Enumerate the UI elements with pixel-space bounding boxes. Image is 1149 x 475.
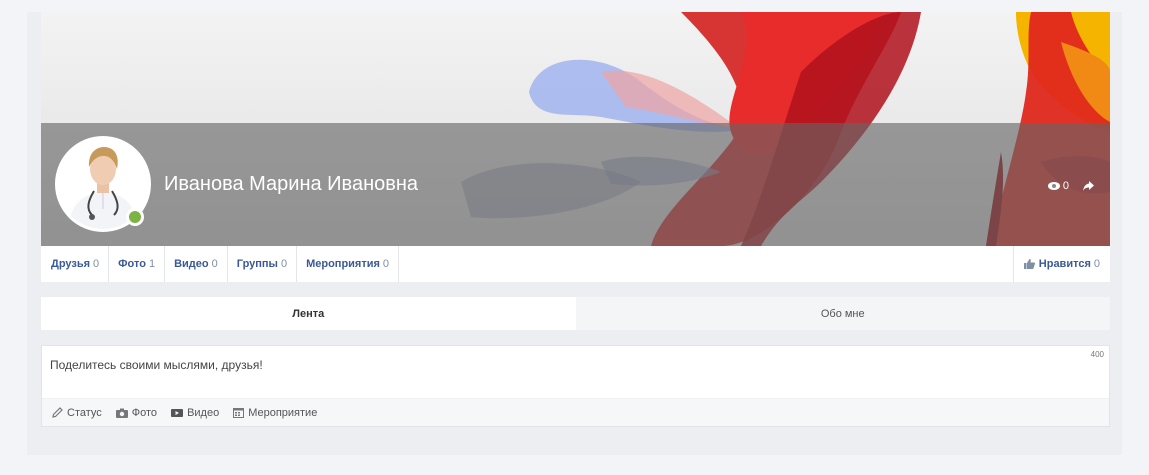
nav-item-events[interactable]: Мероприятия 0: [297, 246, 400, 282]
camera-icon: [115, 408, 128, 418]
nav-item-count: 1: [148, 258, 156, 270]
nav-item-photos[interactable]: Фото 1: [109, 246, 166, 282]
photo-label: Фото: [131, 406, 158, 419]
profile-tabs: Лента Обо мне: [41, 297, 1110, 330]
nav-item-groups[interactable]: Группы 0: [228, 246, 298, 282]
views-counter: 0: [1047, 180, 1069, 192]
video-icon: [171, 408, 184, 417]
composer-actions: Статус Фото Видео Мероприятие: [42, 398, 1109, 426]
profile-nav-bar: Друзья 0 Фото 1 Видео 0 Группы 0 Меропри…: [41, 246, 1110, 282]
status-label: Статус: [67, 406, 102, 419]
nav-item-label: Группы: [236, 258, 278, 270]
share-button[interactable]: [1083, 181, 1094, 191]
nav-item-label: Друзья: [51, 258, 91, 270]
nav-item-label: Фото: [118, 258, 146, 270]
calendar-icon: [233, 408, 245, 418]
like-label: Нравится: [1038, 258, 1091, 270]
eye-icon: [1047, 182, 1060, 190]
share-arrow-icon: [1083, 181, 1094, 191]
video-label: Видео: [187, 406, 220, 419]
char-limit-counter: 400: [1090, 350, 1104, 359]
post-composer: Поделитесь своими мыслями, друзья! 400 С…: [41, 345, 1110, 427]
nav-item-count: 0: [93, 258, 100, 270]
photo-button[interactable]: Фото: [115, 406, 158, 419]
nav-item-friends[interactable]: Друзья 0: [41, 246, 110, 282]
tab-about[interactable]: Обо мне: [575, 297, 1110, 330]
online-status-indicator: [126, 208, 144, 226]
like-button[interactable]: Нравится 0: [1012, 246, 1110, 282]
pencil-icon: [52, 407, 63, 418]
thumbs-up-icon: [1023, 259, 1035, 269]
nav-item-videos[interactable]: Видео 0: [165, 246, 228, 282]
nav-item-count: 0: [280, 258, 288, 270]
post-input[interactable]: Поделитесь своими мыслями, друзья!: [50, 358, 263, 372]
nav-item-label: Мероприятия: [306, 258, 380, 270]
nav-item-label: Видео: [174, 258, 209, 270]
event-label: Мероприятие: [248, 406, 318, 419]
cover-stats: 0: [1047, 180, 1094, 192]
views-count: 0: [1062, 180, 1069, 192]
profile-name: Иванова Марина Ивановна: [164, 173, 419, 195]
like-count: 0: [1093, 258, 1100, 270]
cover-image: [41, 12, 1110, 246]
event-button[interactable]: Мероприятие: [233, 407, 317, 419]
tab-feed[interactable]: Лента: [41, 297, 576, 330]
status-button[interactable]: Статус: [52, 407, 102, 419]
nav-item-count: 0: [382, 258, 390, 270]
video-button[interactable]: Видео: [171, 407, 219, 419]
nav-item-count: 0: [211, 258, 218, 270]
